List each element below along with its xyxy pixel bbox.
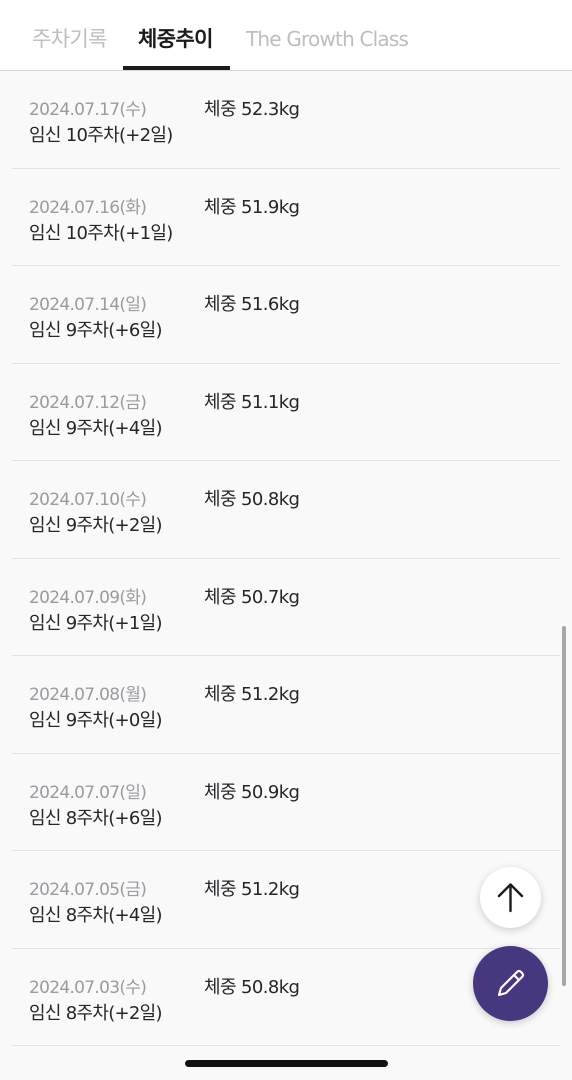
active-tab-indicator — [123, 66, 230, 70]
pregnancy-week: 임신 9주차(+6일) — [29, 320, 163, 341]
list-item[interactable]: 2024.07.09(화) 임신 9주차(+1일) 체중 50.7kg — [12, 559, 560, 656]
record-date: 2024.07.14(일) — [29, 295, 147, 315]
tab-growth-class[interactable]: The Growth Class — [246, 24, 409, 54]
record-date: 2024.07.07(일) — [29, 782, 147, 803]
pencil-icon — [497, 969, 525, 997]
pregnancy-week: 임신 8주차(+4일) — [29, 905, 163, 926]
scroll-to-top-button[interactable] — [480, 867, 541, 928]
list-item[interactable]: 2024.07.07(일) 임신 8주차(+6일) 체중 50.9kg — [12, 754, 560, 851]
pregnancy-week: 임신 8주차(+2일) — [29, 1002, 163, 1024]
record-weight: 체중 51.6kg — [204, 294, 300, 315]
record-date: 2024.07.12(금) — [29, 392, 147, 413]
pregnancy-week: 임신 9주차(+2일) — [29, 515, 163, 536]
record-date: 2024.07.08(월) — [29, 685, 147, 705]
record-weight: 체중 50.8kg — [204, 976, 300, 998]
record-date: 2024.07.09(화) — [29, 587, 147, 608]
record-weight: 체중 50.8kg — [204, 489, 300, 510]
record-weight: 체중 51.2kg — [204, 684, 300, 705]
record-weight: 체중 51.1kg — [204, 391, 300, 413]
record-date: 2024.07.05(금) — [29, 880, 147, 900]
tab-week-record[interactable]: 주차기록 — [32, 24, 107, 54]
list-item[interactable]: 2024.07.16(화) 임신 10주차(+1일) 체중 51.9kg — [12, 169, 560, 266]
home-indicator — [185, 1060, 388, 1067]
pregnancy-week: 임신 9주차(+0일) — [29, 710, 163, 731]
list-item[interactable]: 2024.07.17(수) 임신 10주차(+2일) 체중 52.3kg — [12, 71, 560, 169]
list-item[interactable]: 2024.07.08(월) 임신 9주차(+0일) 체중 51.2kg — [12, 656, 560, 754]
record-weight: 체중 51.2kg — [204, 879, 300, 900]
pregnancy-week: 임신 9주차(+1일) — [29, 612, 163, 634]
tab-bar: 주차기록 체중추이 The Growth Class — [0, 0, 572, 71]
record-weight: 체중 50.7kg — [204, 586, 300, 608]
pregnancy-week: 임신 10주차(+1일) — [29, 222, 173, 244]
record-date: 2024.07.10(수) — [29, 490, 147, 510]
pregnancy-week: 임신 8주차(+6일) — [29, 807, 163, 829]
record-date: 2024.07.17(수) — [29, 100, 147, 120]
record-weight: 체중 51.9kg — [204, 196, 300, 218]
pregnancy-week: 임신 10주차(+2일) — [29, 125, 173, 146]
pregnancy-week: 임신 9주차(+4일) — [29, 417, 163, 439]
list-item[interactable]: 2024.07.12(금) 임신 9주차(+4일) 체중 51.1kg — [12, 364, 560, 461]
add-record-button[interactable] — [473, 946, 548, 1021]
record-weight: 체중 52.3kg — [204, 99, 300, 120]
list-item[interactable]: 2024.07.05(금) 임신 8주차(+4일) 체중 51.2kg — [12, 851, 560, 949]
scrollbar[interactable] — [562, 626, 566, 986]
record-date: 2024.07.03(수) — [29, 977, 147, 998]
list-item[interactable]: 2024.07.14(일) 임신 9주차(+6일) 체중 51.6kg — [12, 266, 560, 364]
arrow-up-icon — [497, 883, 524, 913]
tab-weight-trend[interactable]: 체중추이 — [138, 24, 213, 54]
list-item[interactable]: 2024.07.10(수) 임신 9주차(+2일) 체중 50.8kg — [12, 461, 560, 559]
record-date: 2024.07.16(화) — [29, 197, 147, 218]
record-weight: 체중 50.9kg — [204, 781, 300, 803]
